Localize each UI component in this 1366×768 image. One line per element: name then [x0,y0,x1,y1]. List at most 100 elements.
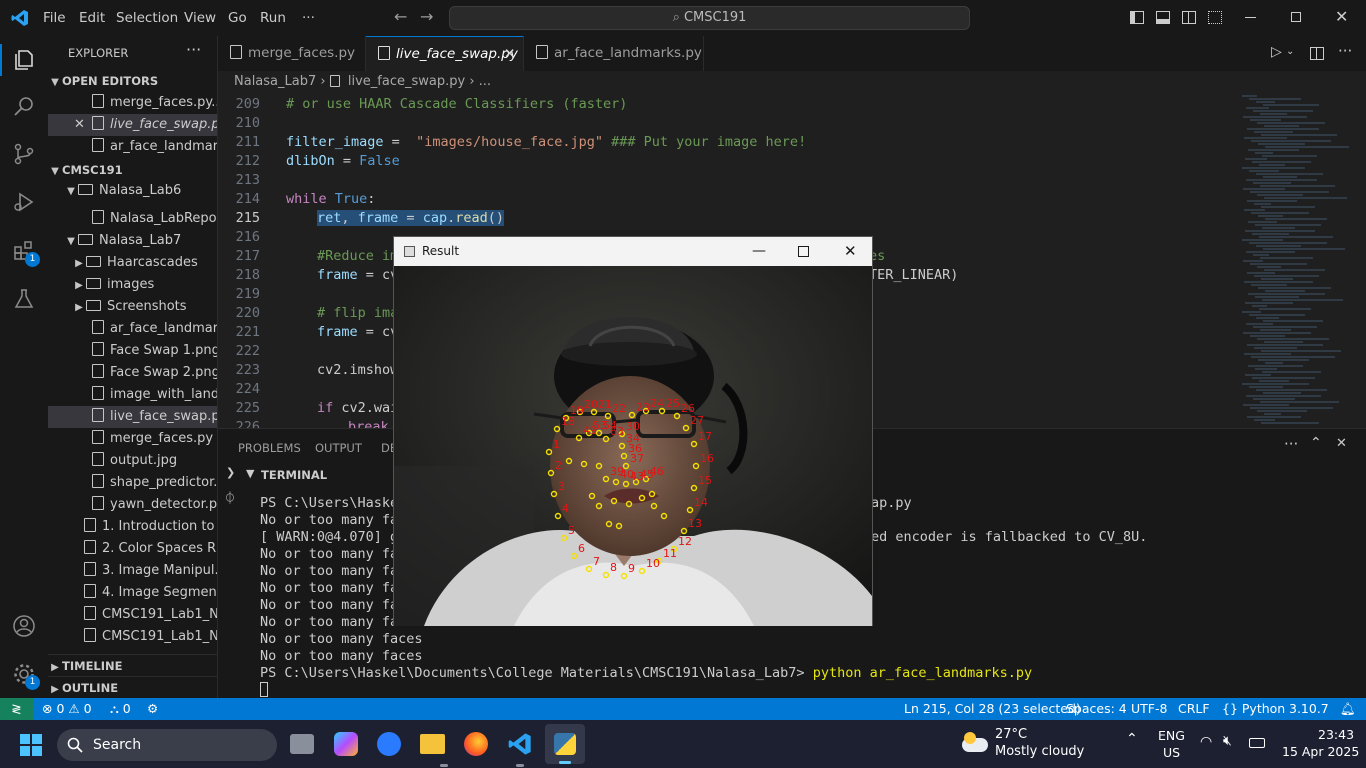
taskbar-search[interactable]: Search [57,729,277,761]
clock-time[interactable]: 23:43 [1318,727,1354,742]
close-tab-icon[interactable]: ✕ [504,37,515,72]
command-center[interactable]: ⌕ CMSC191 [449,6,970,30]
source-control-icon[interactable] [12,142,36,166]
testing-flask-icon[interactable] [12,287,36,311]
vscode-taskbar-icon[interactable] [508,732,532,756]
chevron-down-icon[interactable]: ⌄ [1286,46,1294,57]
tree-file[interactable]: 1. Introduction to ... [48,516,217,538]
chevron-right-icon[interactable]: ❯ [226,466,235,479]
tree-file[interactable]: yawn_detector.py [48,494,217,516]
menu-file[interactable]: File [43,10,66,26]
task-view-icon[interactable] [290,734,314,754]
weather-desc[interactable]: Mostly cloudy [995,744,1084,759]
windows-start-icon[interactable] [20,734,42,756]
result-titlebar[interactable]: Result — ✕ [394,237,872,266]
more-actions-icon[interactable]: ··· [186,40,201,59]
tree-file[interactable]: shape_predictor... [48,472,217,494]
tree-file[interactable]: 2. Color Spaces R... [48,538,217,560]
toggle-panel-icon[interactable] [1156,11,1170,24]
tab-output[interactable]: OUTPUT [315,441,362,455]
restore-icon[interactable] [1291,12,1301,22]
maximize-icon[interactable] [798,246,809,257]
chevron-up-icon[interactable]: ⌃ [1126,731,1138,747]
run-debug-icon[interactable] [12,190,36,214]
tree-folder[interactable]: ▼ Nalasa_Lab6 [48,180,217,202]
more-actions-icon[interactable]: ··· [1338,42,1352,60]
account-icon[interactable] [12,614,36,638]
debug-status-icon[interactable]: ⚙ [147,698,158,720]
tree-file[interactable]: output.jpg [48,450,217,472]
python-version[interactable]: 3.10.7 [1289,698,1329,720]
run-file-icon[interactable]: ▷ [1271,44,1282,60]
search-icon[interactable] [12,94,36,118]
indentation[interactable]: Spaces: 4 [1066,698,1127,720]
copilot-icon[interactable] [334,732,358,756]
minimize-icon[interactable] [1245,17,1256,18]
minimap[interactable] [1230,93,1366,428]
open-editor-item[interactable]: merge_faces.py... [48,92,217,114]
open-editor-item[interactable]: ar_face_landmar... [48,136,217,158]
notifications-icon[interactable]: 🔔︎ [1340,698,1356,720]
ports-status[interactable]: ⛬ 0 [110,698,131,720]
timeline-section[interactable]: ▶ TIMELINE [48,654,217,676]
explorer-icon[interactable] [12,48,36,72]
customize-layout-icon[interactable] [1208,11,1222,24]
close-icon[interactable]: ✕ [844,237,857,266]
tree-file[interactable]: merge_faces.py [48,428,217,450]
tree-file[interactable]: 3. Image Manipul... [48,560,217,582]
menu-run[interactable]: Run [260,10,286,26]
terminal-header[interactable]: TERMINAL [261,468,327,482]
open-editors-section[interactable]: ▼ OPEN EDITORS [48,70,217,92]
encoding[interactable]: UTF-8 [1131,698,1167,720]
breadcrumb-file[interactable]: live_face_swap.py [348,74,465,89]
remote-indicator-icon[interactable]: ≷ [0,698,33,720]
tree-folder[interactable]: ▶ images [48,274,217,296]
toggle-secondary-sidebar-icon[interactable] [1182,11,1196,24]
forward-arrow-icon[interactable]: → [420,7,433,26]
menu-selection[interactable]: Selection [116,10,178,26]
minimize-icon[interactable]: — [752,237,766,266]
cursor-position[interactable]: Ln 215, Col 28 (23 selected) [904,698,1081,720]
tree-folder[interactable]: ▶ Haarcascades [48,252,217,274]
tree-file[interactable]: Nalasa_LabRepo... [48,208,217,230]
battery-icon[interactable] [1249,738,1265,748]
workspace-section[interactable]: ▼ CMSC191 [48,159,217,181]
menu-view[interactable]: View [184,10,216,26]
tab-problems[interactable]: PROBLEMS [238,441,301,455]
open-editor-item-active[interactable]: ✕ live_face_swap.p... [48,114,217,136]
wifi-icon[interactable]: ◠ [1200,734,1212,750]
weather-temp[interactable]: 27°C [995,727,1027,742]
python-window-taskbar-item[interactable] [545,724,585,764]
tab-merge-faces[interactable]: merge_faces.py [218,36,366,71]
tab-ar-face-landmarks[interactable]: ar_face_landmarks.py [524,36,704,71]
close-icon[interactable]: ✕ [1335,7,1348,26]
more-actions-icon[interactable]: ··· [1284,435,1298,453]
firefox-icon[interactable] [464,732,488,756]
line-ending[interactable]: CRLF [1178,698,1210,720]
tree-file[interactable]: Face Swap 2.png [48,362,217,384]
close-panel-icon[interactable]: ✕ [1336,436,1347,451]
back-arrow-icon[interactable]: ← [394,7,407,26]
problems-status[interactable]: ⊗ 0 ⚠ 0 [42,698,92,720]
maximize-panel-icon[interactable]: ⌃ [1310,435,1322,451]
tree-file-selected[interactable]: live_face_swap.py [48,406,217,428]
tree-file[interactable]: 4. Image Segment... [48,582,217,604]
language-mode[interactable]: {} Python [1222,698,1285,720]
tree-folder[interactable]: ▼ Nalasa_Lab7 [48,230,217,252]
close-icon[interactable]: ✕ [74,114,92,136]
tree-file[interactable]: image_with_land... [48,384,217,406]
split-editor-icon[interactable] [1310,47,1324,60]
volume-muted-icon[interactable]: 🔇︎ [1223,733,1232,749]
language-code[interactable]: ENG [1158,728,1185,743]
clock-date[interactable]: 15 Apr 2025 [1282,744,1359,759]
file-explorer-icon[interactable] [420,734,445,754]
breadcrumb-folder[interactable]: Nalasa_Lab7 [234,74,316,89]
tree-folder[interactable]: ▶ Screenshots [48,296,217,318]
breadcrumb-symbol[interactable]: ... [479,74,491,89]
menu-more[interactable]: ··· [302,10,315,26]
tree-file[interactable]: CMSC191_Lab1_N... [48,604,217,626]
result-window[interactable]: Result — ✕ 1 2 3 4 5 6 7 8 9 10 11 12 13 14 15 16 1 [393,236,873,626]
tree-file[interactable]: Face Swap 1.png [48,340,217,362]
menu-go[interactable]: Go [228,10,247,26]
messenger-icon[interactable] [377,732,401,756]
